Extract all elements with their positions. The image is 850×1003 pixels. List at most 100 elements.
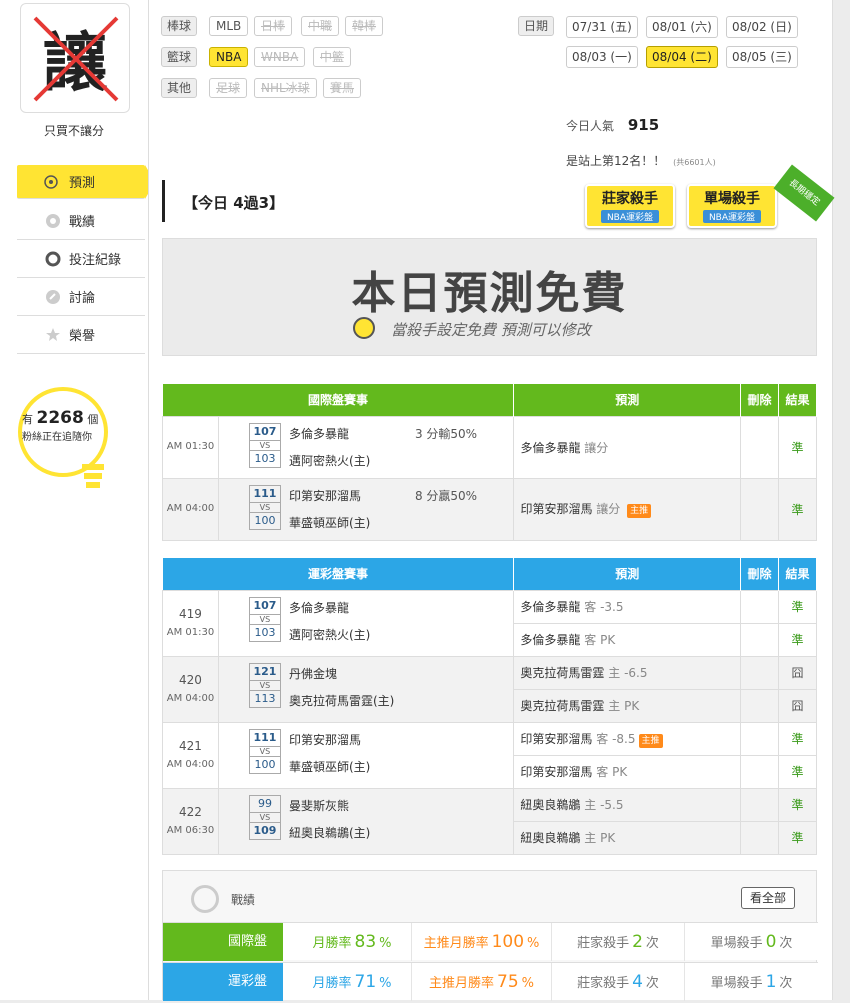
popularity-count: 915 <box>627 116 660 134</box>
pick-line: 主 -5.5 <box>584 798 624 812</box>
date-chip-selected[interactable]: 08/04 (二) <box>646 46 718 68</box>
date-chip[interactable]: 08/02 (日) <box>726 16 798 38</box>
chip-cpbl[interactable]: 中職 <box>301 16 340 36</box>
nav-item-honor[interactable]: 榮譽 <box>17 316 145 354</box>
table-row: 421 AM 04:00 111 VS 100 印第安那溜馬 華盛頓巫師(主) … <box>162 721 817 789</box>
nav-item-record[interactable]: 戰績 <box>17 202 145 240</box>
delete-cell <box>740 622 780 657</box>
chip-kbo[interactable]: 韓棒 <box>345 16 384 36</box>
intl-table: 國際盤賽事 預測 刪除 結果 AM 01:30 107 VS 103 多倫多暴龍… <box>162 384 817 541</box>
nav-item-discussion[interactable]: 討論 <box>17 278 145 316</box>
home-score: 113 <box>248 689 281 708</box>
rank-sub: (共6601人) <box>673 158 716 167</box>
away-team: 曼斐斯灰熊 <box>288 798 349 813</box>
table-row: 420 AM 04:00 121 VS 113 丹佛金塊 奧克拉荷馬雷霆(主) … <box>162 655 817 723</box>
teams-cell: 111 VS 100 印第安那溜馬 華盛頓巫師(主) 8 分贏50% <box>217 477 515 541</box>
home-score: 100 <box>248 511 281 530</box>
game-time: AM 04:00 <box>166 758 215 770</box>
badge-title: 單場殺手 <box>704 191 760 207</box>
chip-wnba[interactable]: WNBA <box>254 47 306 67</box>
pick-line: 主 -6.5 <box>608 666 648 680</box>
nav-label: 討論 <box>69 291 96 306</box>
away-score: 107 <box>248 596 281 615</box>
vs-label: VS <box>248 502 281 512</box>
pct: % <box>521 976 534 991</box>
game-time: AM 04:00 <box>166 692 215 704</box>
result: 囧 <box>778 655 817 690</box>
single-killer-count: 單場殺手 1 次 <box>684 963 818 1001</box>
date-chip[interactable]: 08/05 (三) <box>726 46 798 68</box>
chip-mlb[interactable]: MLB <box>209 16 249 36</box>
pick-team: 奧克拉荷馬雷霆 <box>520 699 605 713</box>
month-rate-value: 71 <box>354 972 377 992</box>
result: 囧 <box>778 688 817 723</box>
banner-sub: 當殺手設定免費 預測可以修改 <box>391 321 591 339</box>
pick-cell: 印第安那溜馬 客 -8.5 主推 <box>513 721 742 756</box>
date-chip[interactable]: 07/31 (五) <box>566 16 638 38</box>
baseball-label: 棒球 <box>161 16 198 36</box>
pct: % <box>527 936 540 951</box>
avatar[interactable]: 讓 <box>20 3 130 113</box>
lottery-table: 運彩盤賽事 預測 刪除 結果 419 AM 01:30 107 VS 103 多… <box>162 558 817 855</box>
table-row: 422 AM 06:30 99 VS 109 曼斐斯灰熊 紐奧良鵜鶘(主) 紐奧… <box>162 787 817 855</box>
away-team: 多倫多暴龍 <box>288 426 349 441</box>
col-game: 國際盤賽事 <box>162 384 515 416</box>
game-time: AM 04:00 <box>162 477 219 541</box>
table-row: AM 04:00 111 VS 100 印第安那溜馬 華盛頓巫師(主) 8 分贏… <box>162 477 817 541</box>
main-panel: 棒球 MLB 日棒 中職 韓棒 籃球 NBA WNBA 中籃 其他 足球 NHL… <box>148 0 835 1001</box>
popularity-label: 今日人氣 <box>566 119 615 133</box>
popularity: 今日人氣 915 <box>566 116 659 134</box>
scorebox: 99 VS 109 <box>248 794 281 840</box>
pick-cell: 紐奧良鵜鶘 主 -5.5 <box>513 787 742 822</box>
fans-text: 粉絲正在追隨你 <box>22 432 92 443</box>
pick-line: 主 PK <box>608 699 640 713</box>
bet-record-icon <box>45 251 61 267</box>
badge-sub: NBA運彩盤 <box>702 210 762 223</box>
free-banner: 本日預測免費 當殺手設定免費 預測可以修改 <box>162 238 817 356</box>
vs-label: VS <box>248 680 281 690</box>
col-delete: 刪除 <box>740 558 780 590</box>
chip-horse[interactable]: 賽馬 <box>323 78 362 98</box>
single-killer-badge: 單場殺手 NBA運彩盤 <box>687 184 777 228</box>
chip-nba[interactable]: NBA <box>209 47 249 67</box>
pick-cell: 印第安那溜馬 客 PK <box>513 754 742 789</box>
result: 準 <box>778 622 817 657</box>
pick-cell: 奧克拉荷馬雷霆 主 PK <box>513 688 742 723</box>
col-result: 結果 <box>778 558 817 590</box>
date-chip[interactable]: 08/03 (一) <box>566 46 638 68</box>
view-all-button[interactable]: 看全部 <box>741 887 796 909</box>
away-score: 107 <box>248 422 281 441</box>
chip-sbl[interactable]: 中籃 <box>313 47 352 67</box>
chip-npb[interactable]: 日棒 <box>254 16 293 36</box>
date-chip[interactable]: 08/01 (六) <box>646 16 718 38</box>
game-time-cell: 421 AM 04:00 <box>162 721 219 789</box>
record-row-lottery: 運彩盤 月勝率 71% 主推月勝率 75% 莊家殺手 4 次 單場殺手 1 次 <box>163 962 818 1001</box>
col-delete: 刪除 <box>740 384 780 416</box>
month-rate: 月勝率 71% <box>293 963 411 1001</box>
away-team: 多倫多暴龍 <box>288 600 349 615</box>
chip-soccer[interactable]: 足球 <box>209 78 248 98</box>
game-number: 421 <box>179 739 202 754</box>
month-rate: 月勝率 83% <box>293 923 411 961</box>
nav-item-prediction[interactable]: 預測 <box>17 165 155 199</box>
chip-nhl[interactable]: NHL冰球 <box>254 78 317 98</box>
fans-count-line: 有 2268 個 <box>22 408 98 428</box>
banker-killer-count: 莊家殺手 2 次 <box>551 923 684 961</box>
pick-team: 印第安那溜馬 <box>520 765 593 779</box>
badge-sub: NBA運彩盤 <box>600 210 660 223</box>
table-row: AM 01:30 107 VS 103 多倫多暴龍 邁阿密熱火(主) 3 分輸5… <box>162 415 817 479</box>
pick-line: 客 -8.5 <box>596 731 636 746</box>
pick-cell: 紐奧良鵜鶘 主 PK <box>513 820 742 855</box>
banker-label: 莊家殺手 <box>577 936 630 951</box>
home-team: 華盛頓巫師(主) <box>288 515 371 530</box>
nav-item-bet-record[interactable]: 投注紀錄 <box>17 240 145 278</box>
discussion-icon <box>46 290 60 304</box>
record-panel: 戰績 看全部 國際盤 月勝率 83% 主推月勝率 100% 莊家殺手 2 次 單場殺手 0… <box>162 870 818 1001</box>
main-month-rate: 主推月勝率 75% <box>411 963 551 1001</box>
spread: 8 分贏50% <box>414 488 478 503</box>
target-icon <box>44 175 58 189</box>
teams-cell: 111 VS 100 印第安那溜馬 華盛頓巫師(主) <box>217 721 515 789</box>
pick-cell: 多倫多暴龍 客 PK <box>513 622 742 657</box>
single-label: 單場殺手 <box>710 936 763 951</box>
table-header: 國際盤賽事 預測 刪除 結果 <box>162 384 817 416</box>
